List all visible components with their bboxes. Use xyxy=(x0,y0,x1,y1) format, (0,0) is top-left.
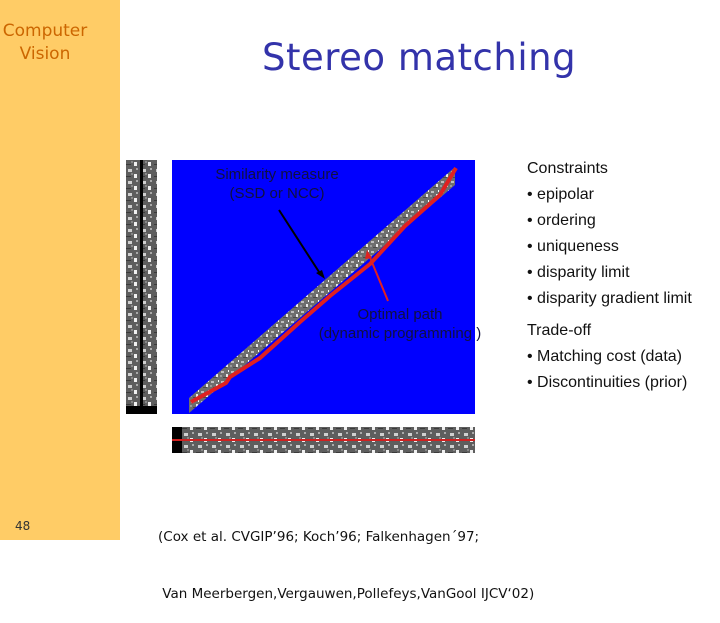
constraint-item: • uniqueness xyxy=(527,238,619,255)
citation-line1: (Cox et al. CVGIP’96; Koch’96; Falkenhag… xyxy=(158,529,480,545)
optimal-label-line1: Optimal path xyxy=(357,306,443,323)
constraints-tradeoff-panel: Constraints • epipolar • ordering • uniq… xyxy=(527,156,692,396)
constraint-item: • disparity gradient limit xyxy=(527,290,692,307)
similarity-measure-label: Similarity measure (SSD or NCC) xyxy=(197,165,357,203)
citation-line2: Van Meerbergen,Vergauwen,Pollefeys,VanGo… xyxy=(158,586,535,602)
constraint-item: • disparity limit xyxy=(527,264,630,281)
similarity-label-line1: Similarity measure xyxy=(215,166,339,183)
citation: (Cox et al. CVGIP’96; Koch’96; Falkenhag… xyxy=(158,490,534,623)
left-scanline-image xyxy=(126,160,157,414)
constraints-heading: Constraints xyxy=(527,160,608,177)
tradeoff-item: • Matching cost (data) xyxy=(527,348,682,365)
tradeoff-heading: Trade-off xyxy=(527,322,592,339)
constraint-item: • epipolar xyxy=(527,186,594,203)
optimal-label-line2: (dynamic programming ) xyxy=(318,325,482,342)
tradeoff-item: • Discontinuities (prior) xyxy=(527,374,688,391)
constraint-item: • ordering xyxy=(527,212,596,229)
optimal-path-label: Optimal path (dynamic programming ) xyxy=(302,305,498,343)
similarity-label-line2: (SSD or NCC) xyxy=(229,185,325,202)
left-scanline xyxy=(140,160,143,414)
right-scanline-image xyxy=(172,427,475,453)
